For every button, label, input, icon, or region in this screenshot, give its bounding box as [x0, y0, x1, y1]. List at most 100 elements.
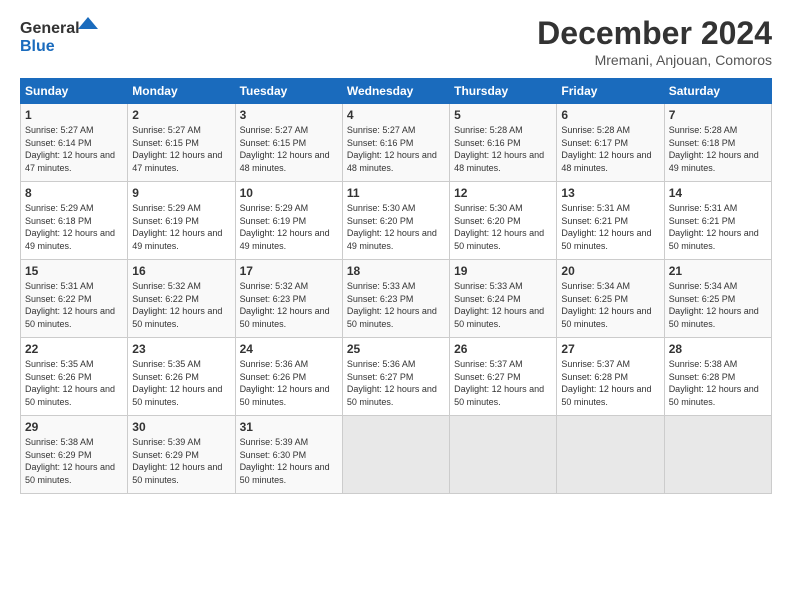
day-info: Sunrise: 5:27 AMSunset: 6:16 PMDaylight:…	[347, 125, 437, 173]
day-number: 2	[132, 108, 230, 122]
day-info: Sunrise: 5:29 AMSunset: 6:18 PMDaylight:…	[25, 203, 115, 251]
col-header-thursday: Thursday	[450, 79, 557, 104]
day-number: 7	[669, 108, 767, 122]
day-number: 26	[454, 342, 552, 356]
calendar-cell: 28 Sunrise: 5:38 AMSunset: 6:28 PMDaylig…	[664, 338, 771, 416]
day-number: 16	[132, 264, 230, 278]
day-number: 29	[25, 420, 123, 434]
week-row-3: 15 Sunrise: 5:31 AMSunset: 6:22 PMDaylig…	[21, 260, 772, 338]
day-info: Sunrise: 5:34 AMSunset: 6:25 PMDaylight:…	[561, 281, 651, 329]
day-info: Sunrise: 5:35 AMSunset: 6:26 PMDaylight:…	[132, 359, 222, 407]
col-header-sunday: Sunday	[21, 79, 128, 104]
day-number: 13	[561, 186, 659, 200]
day-info: Sunrise: 5:38 AMSunset: 6:29 PMDaylight:…	[25, 437, 115, 485]
day-number: 24	[240, 342, 338, 356]
day-info: Sunrise: 5:37 AMSunset: 6:28 PMDaylight:…	[561, 359, 651, 407]
calendar-cell: 17 Sunrise: 5:32 AMSunset: 6:23 PMDaylig…	[235, 260, 342, 338]
calendar-cell: 5 Sunrise: 5:28 AMSunset: 6:16 PMDayligh…	[450, 104, 557, 182]
calendar-cell: 25 Sunrise: 5:36 AMSunset: 6:27 PMDaylig…	[342, 338, 449, 416]
day-number: 28	[669, 342, 767, 356]
title-section: December 2024 Mremani, Anjouan, Comoros	[537, 15, 772, 68]
calendar-cell: 7 Sunrise: 5:28 AMSunset: 6:18 PMDayligh…	[664, 104, 771, 182]
calendar-cell: 12 Sunrise: 5:30 AMSunset: 6:20 PMDaylig…	[450, 182, 557, 260]
calendar-cell: 30 Sunrise: 5:39 AMSunset: 6:29 PMDaylig…	[128, 416, 235, 494]
calendar-cell: 23 Sunrise: 5:35 AMSunset: 6:26 PMDaylig…	[128, 338, 235, 416]
day-number: 5	[454, 108, 552, 122]
calendar-cell: 26 Sunrise: 5:37 AMSunset: 6:27 PMDaylig…	[450, 338, 557, 416]
calendar-cell	[450, 416, 557, 494]
day-info: Sunrise: 5:34 AMSunset: 6:25 PMDaylight:…	[669, 281, 759, 329]
day-number: 14	[669, 186, 767, 200]
calendar-cell	[664, 416, 771, 494]
day-info: Sunrise: 5:36 AMSunset: 6:27 PMDaylight:…	[347, 359, 437, 407]
location: Mremani, Anjouan, Comoros	[537, 52, 772, 68]
col-header-wednesday: Wednesday	[342, 79, 449, 104]
day-info: Sunrise: 5:29 AMSunset: 6:19 PMDaylight:…	[132, 203, 222, 251]
day-info: Sunrise: 5:27 AMSunset: 6:14 PMDaylight:…	[25, 125, 115, 173]
calendar-cell: 20 Sunrise: 5:34 AMSunset: 6:25 PMDaylig…	[557, 260, 664, 338]
calendar-cell: 3 Sunrise: 5:27 AMSunset: 6:15 PMDayligh…	[235, 104, 342, 182]
day-number: 31	[240, 420, 338, 434]
day-info: Sunrise: 5:27 AMSunset: 6:15 PMDaylight:…	[240, 125, 330, 173]
day-info: Sunrise: 5:31 AMSunset: 6:21 PMDaylight:…	[669, 203, 759, 251]
calendar-cell: 15 Sunrise: 5:31 AMSunset: 6:22 PMDaylig…	[21, 260, 128, 338]
calendar-cell: 6 Sunrise: 5:28 AMSunset: 6:17 PMDayligh…	[557, 104, 664, 182]
day-info: Sunrise: 5:33 AMSunset: 6:23 PMDaylight:…	[347, 281, 437, 329]
day-info: Sunrise: 5:29 AMSunset: 6:19 PMDaylight:…	[240, 203, 330, 251]
col-header-saturday: Saturday	[664, 79, 771, 104]
page: General Blue December 2024 Mremani, Anjo…	[0, 0, 792, 612]
calendar-table: SundayMondayTuesdayWednesdayThursdayFrid…	[20, 78, 772, 494]
day-number: 18	[347, 264, 445, 278]
day-number: 15	[25, 264, 123, 278]
calendar-cell: 18 Sunrise: 5:33 AMSunset: 6:23 PMDaylig…	[342, 260, 449, 338]
day-info: Sunrise: 5:32 AMSunset: 6:23 PMDaylight:…	[240, 281, 330, 329]
day-info: Sunrise: 5:38 AMSunset: 6:28 PMDaylight:…	[669, 359, 759, 407]
day-info: Sunrise: 5:36 AMSunset: 6:26 PMDaylight:…	[240, 359, 330, 407]
week-row-1: 1 Sunrise: 5:27 AMSunset: 6:14 PMDayligh…	[21, 104, 772, 182]
day-number: 22	[25, 342, 123, 356]
calendar-cell: 27 Sunrise: 5:37 AMSunset: 6:28 PMDaylig…	[557, 338, 664, 416]
day-number: 6	[561, 108, 659, 122]
calendar-cell: 19 Sunrise: 5:33 AMSunset: 6:24 PMDaylig…	[450, 260, 557, 338]
day-info: Sunrise: 5:35 AMSunset: 6:26 PMDaylight:…	[25, 359, 115, 407]
header: General Blue December 2024 Mremani, Anjo…	[20, 15, 772, 68]
calendar-cell: 1 Sunrise: 5:27 AMSunset: 6:14 PMDayligh…	[21, 104, 128, 182]
day-number: 20	[561, 264, 659, 278]
day-number: 11	[347, 186, 445, 200]
logo-svg: General Blue	[20, 15, 100, 60]
calendar-cell: 31 Sunrise: 5:39 AMSunset: 6:30 PMDaylig…	[235, 416, 342, 494]
day-info: Sunrise: 5:30 AMSunset: 6:20 PMDaylight:…	[347, 203, 437, 251]
day-info: Sunrise: 5:28 AMSunset: 6:16 PMDaylight:…	[454, 125, 544, 173]
day-number: 25	[347, 342, 445, 356]
col-header-monday: Monday	[128, 79, 235, 104]
calendar-cell: 2 Sunrise: 5:27 AMSunset: 6:15 PMDayligh…	[128, 104, 235, 182]
day-number: 12	[454, 186, 552, 200]
day-info: Sunrise: 5:33 AMSunset: 6:24 PMDaylight:…	[454, 281, 544, 329]
day-info: Sunrise: 5:31 AMSunset: 6:22 PMDaylight:…	[25, 281, 115, 329]
day-info: Sunrise: 5:39 AMSunset: 6:29 PMDaylight:…	[132, 437, 222, 485]
calendar-cell: 10 Sunrise: 5:29 AMSunset: 6:19 PMDaylig…	[235, 182, 342, 260]
calendar-cell: 29 Sunrise: 5:38 AMSunset: 6:29 PMDaylig…	[21, 416, 128, 494]
day-info: Sunrise: 5:39 AMSunset: 6:30 PMDaylight:…	[240, 437, 330, 485]
logo: General Blue	[20, 15, 100, 60]
day-number: 19	[454, 264, 552, 278]
day-info: Sunrise: 5:37 AMSunset: 6:27 PMDaylight:…	[454, 359, 544, 407]
col-header-friday: Friday	[557, 79, 664, 104]
day-number: 10	[240, 186, 338, 200]
day-info: Sunrise: 5:27 AMSunset: 6:15 PMDaylight:…	[132, 125, 222, 173]
day-info: Sunrise: 5:30 AMSunset: 6:20 PMDaylight:…	[454, 203, 544, 251]
day-info: Sunrise: 5:28 AMSunset: 6:17 PMDaylight:…	[561, 125, 651, 173]
day-number: 3	[240, 108, 338, 122]
calendar-cell: 16 Sunrise: 5:32 AMSunset: 6:22 PMDaylig…	[128, 260, 235, 338]
calendar-cell: 22 Sunrise: 5:35 AMSunset: 6:26 PMDaylig…	[21, 338, 128, 416]
svg-text:General: General	[20, 20, 80, 37]
week-row-4: 22 Sunrise: 5:35 AMSunset: 6:26 PMDaylig…	[21, 338, 772, 416]
calendar-cell: 13 Sunrise: 5:31 AMSunset: 6:21 PMDaylig…	[557, 182, 664, 260]
day-number: 1	[25, 108, 123, 122]
calendar-cell: 9 Sunrise: 5:29 AMSunset: 6:19 PMDayligh…	[128, 182, 235, 260]
day-info: Sunrise: 5:32 AMSunset: 6:22 PMDaylight:…	[132, 281, 222, 329]
week-row-2: 8 Sunrise: 5:29 AMSunset: 6:18 PMDayligh…	[21, 182, 772, 260]
calendar-cell: 8 Sunrise: 5:29 AMSunset: 6:18 PMDayligh…	[21, 182, 128, 260]
day-number: 27	[561, 342, 659, 356]
month-title: December 2024	[537, 15, 772, 52]
